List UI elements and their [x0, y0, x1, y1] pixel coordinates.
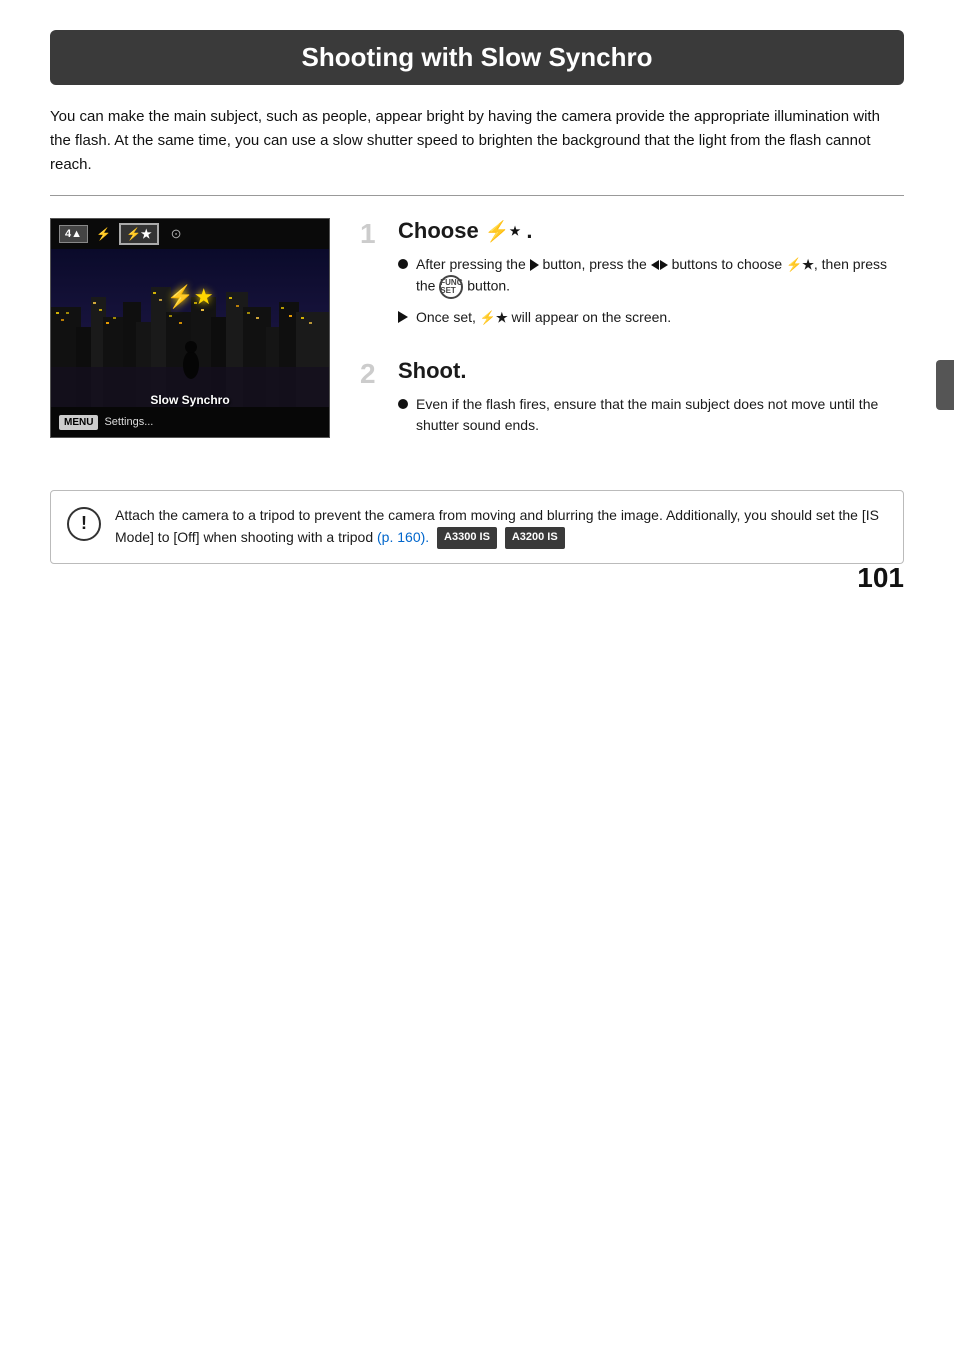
slow-synchro-inline-icon: ⚡★ — [485, 219, 521, 244]
camera-top-bar: 4▲ ⚡ ⚡★ ⊙ — [51, 219, 329, 249]
step-1-content: Choose ⚡★ . After pressing the button, p… — [398, 218, 904, 336]
bullet-circle-2-icon — [398, 399, 408, 409]
main-content: 4▲ ⚡ ⚡★ ⊙ — [50, 218, 904, 466]
slow-synchro-label: Slow Synchro — [51, 393, 329, 407]
side-tab — [936, 360, 954, 410]
bullet-triangle-icon — [398, 311, 408, 323]
step-1-bullet-2: Once set, ⚡★ will appear on the screen. — [398, 307, 904, 328]
step-1-bullet-1-text: After pressing the button, press the but… — [416, 254, 904, 299]
step-2-content: Shoot. Even if the flash fires, ensure t… — [398, 358, 904, 444]
menu-button-label: MENU — [59, 415, 98, 430]
steps-section: 1 Choose ⚡★ . After p — [360, 218, 904, 466]
step-1-number: 1 — [360, 220, 388, 336]
step-2-title-text: Shoot. — [398, 358, 466, 384]
note-box: ! Attach the camera to a tripod to preve… — [50, 490, 904, 564]
camera-icon-lightning: ⚡ — [96, 227, 111, 241]
camera-screenshot: 4▲ ⚡ ⚡★ ⊙ — [50, 218, 330, 438]
step-1-bullets: After pressing the button, press the but… — [398, 254, 904, 328]
page-title-box: Shooting with Slow Synchro — [50, 30, 904, 85]
step-1-title: Choose ⚡★ . — [398, 218, 904, 244]
step-2-number: 2 — [360, 360, 388, 444]
intro-paragraph: You can make the main subject, such as p… — [50, 105, 904, 177]
settings-text: Settings... — [104, 416, 153, 428]
camera-icon-circle: ⊙ — [171, 226, 182, 242]
arrow-right — [660, 260, 668, 270]
bullet-circle-icon — [398, 259, 408, 269]
badge-a3300is: A3300 IS — [437, 527, 497, 548]
step-1-title-text: Choose — [398, 218, 479, 244]
step-1: 1 Choose ⚡★ . After p — [360, 218, 904, 336]
page-number: 101 — [857, 562, 904, 594]
page-title: Shooting with Slow Synchro — [74, 42, 880, 73]
camera-scene: ⚡★ — [51, 249, 329, 407]
city-skyline-svg — [51, 249, 329, 407]
badge-a3200is: A3200 IS — [505, 527, 565, 548]
func-set-button: FUNCSET — [439, 275, 463, 299]
camera-bottom-bar: MENU Settings... — [51, 407, 329, 437]
step-2-bullet-1: Even if the flash fires, ensure that the… — [398, 394, 904, 436]
slow-synchro-choose-icon: ⚡★ — [786, 255, 814, 275]
note-main-text: Attach the camera to a tripod to prevent… — [115, 507, 879, 545]
step-1-bullet-1: After pressing the button, press the but… — [398, 254, 904, 299]
note-link-text[interactable]: (p. 160). — [377, 529, 429, 545]
camera-icon-slow-synchro-selected: ⚡★ — [119, 223, 159, 245]
caution-icon: ! — [67, 507, 101, 541]
flash-overlay-icon: ⚡★ — [166, 284, 213, 310]
step-2-bullet-1-text: Even if the flash fires, ensure that the… — [416, 394, 904, 436]
arrow-left — [651, 260, 659, 270]
camera-icon-4a: 4▲ — [59, 225, 88, 243]
step-1-title-period: . — [526, 218, 532, 244]
step-1-bullet-2-text: Once set, ⚡★ will appear on the screen. — [416, 307, 671, 328]
note-text-content: Attach the camera to a tripod to prevent… — [115, 505, 887, 549]
step-2: 2 Shoot. Even if the flash fires, ensure… — [360, 358, 904, 444]
step-2-title: Shoot. — [398, 358, 904, 384]
section-divider — [50, 195, 904, 196]
slow-synchro-onceset-icon: ⚡★ — [480, 308, 508, 328]
arrow-right-icon — [530, 259, 539, 271]
step-2-bullets: Even if the flash fires, ensure that the… — [398, 394, 904, 436]
arrows-lr-icon — [651, 260, 668, 270]
